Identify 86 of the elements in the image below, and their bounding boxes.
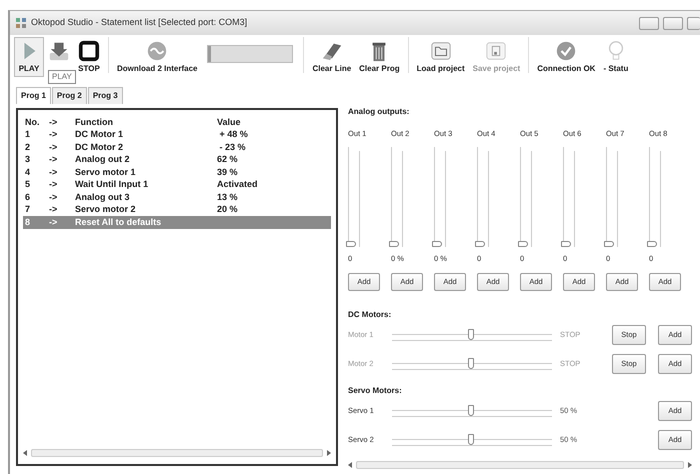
horizontal-slider[interactable]: [392, 358, 552, 370]
status-button[interactable]: - Statu: [599, 37, 632, 77]
table-cell-text: 6: [24, 190, 32, 204]
section-heading: DC Motors:: [348, 308, 392, 320]
slider-thumb[interactable]: [468, 405, 474, 416]
table-cell-text: Servo motor 2: [75, 203, 137, 216]
horizontal-slider[interactable]: [392, 405, 552, 417]
slider-thumb[interactable]: [647, 241, 657, 248]
check-button[interactable]: Connection OK: [533, 37, 600, 77]
table-cell-text: ->: [49, 216, 58, 228]
slider-thumb[interactable]: [468, 434, 474, 445]
column-header: No.: [24, 116, 40, 128]
table-cell-text: 4: [24, 166, 32, 178]
table-cell-text: 62 %: [217, 153, 239, 166]
scroll-right-icon[interactable]: [327, 450, 331, 456]
play-button[interactable]: PLAY: [14, 37, 44, 77]
stop-button[interactable]: STOP: [74, 37, 104, 77]
tooltip: PLAY: [48, 70, 76, 84]
table-cell-text: 3: [24, 153, 32, 166]
scroll-right-icon[interactable]: [688, 462, 692, 468]
maximize-button[interactable]: [663, 16, 683, 30]
table-cell-text: Analog out 3: [75, 190, 130, 204]
slider-thumb[interactable]: [604, 241, 614, 248]
minimize-button[interactable]: [639, 16, 659, 30]
vertical-slider[interactable]: [649, 147, 663, 248]
slider-thumb[interactable]: [389, 241, 399, 248]
interface-button[interactable]: Download 2 Interface: [113, 37, 202, 77]
table-cell-text: DC Motor 1: [75, 128, 124, 141]
scroll-left-icon[interactable]: [348, 462, 352, 468]
tab[interactable]: Prog 2: [52, 87, 87, 104]
slider-thumb[interactable]: [432, 241, 442, 248]
table-cell-text: - 23 %: [218, 140, 247, 154]
table-cell-text: 39 %: [217, 166, 239, 178]
vertical-slider[interactable]: [391, 147, 405, 248]
table-cell-text: ->: [49, 178, 58, 191]
vertical-slider[interactable]: [606, 147, 620, 248]
table-cell-text: ->: [49, 140, 58, 154]
table-cell-text: 5: [24, 178, 32, 191]
section-heading: Analog outputs:: [348, 106, 410, 118]
vertical-slider[interactable]: [563, 147, 577, 248]
tab[interactable]: Prog 3: [88, 87, 123, 104]
slider-thumb[interactable]: [475, 241, 485, 248]
table-cell-text: 8: [24, 216, 32, 228]
horizontal-slider[interactable]: [392, 434, 552, 446]
folder-button[interactable]: Load project: [412, 37, 469, 77]
vertical-slider[interactable]: [520, 147, 534, 248]
eraser-button[interactable]: Clear Line: [308, 37, 356, 77]
slider-thumb[interactable]: [561, 241, 571, 248]
table-cell-text: Analog out 2: [75, 153, 130, 166]
check-icon: [555, 39, 578, 63]
table-cell-text: + 48 %: [218, 128, 249, 141]
table-cell-text: ->: [49, 166, 58, 178]
slider-thumb[interactable]: [518, 241, 528, 248]
window-title: Oktopod Studio - Statement list [Selected port: COM3]: [31, 16, 248, 30]
table-cell-text: 1: [24, 128, 32, 141]
table-cell-text: Reset All to defaults: [75, 216, 162, 228]
slider-thumb[interactable]: [346, 241, 356, 248]
horizontal-scrollbar[interactable]: [31, 449, 323, 457]
table-cell-text: ->: [49, 153, 58, 166]
horizontal-slider[interactable]: [392, 329, 552, 341]
table-cell-text: 2: [24, 140, 32, 154]
tab[interactable]: Prog 1: [16, 87, 51, 104]
vertical-slider[interactable]: [434, 147, 448, 248]
table-cell-text: Activated: [217, 178, 259, 191]
horizontal-scrollbar[interactable]: [356, 461, 684, 469]
close-button[interactable]: [687, 16, 700, 30]
table-cell-text: 20 %: [217, 203, 239, 216]
table-cell-text: ->: [49, 190, 58, 204]
table-cell-text: Wait Until Input 1: [75, 178, 150, 191]
app-icon: [16, 18, 27, 28]
vertical-slider[interactable]: [477, 147, 491, 248]
table-cell-text: ->: [49, 128, 58, 141]
trash-button[interactable]: Clear Prog: [355, 37, 404, 77]
section-heading: Servo Motors:: [348, 384, 403, 396]
table-cell-text: ->: [49, 203, 58, 216]
column-header: Value: [217, 116, 242, 128]
stop-icon: [78, 39, 100, 63]
scroll-left-icon[interactable]: [23, 450, 27, 456]
table-cell-text: DC Motor 2: [75, 140, 124, 154]
column-header: Function: [75, 116, 114, 128]
table-cell-text: 13 %: [217, 190, 239, 204]
vertical-slider[interactable]: [348, 147, 362, 248]
table-cell-text: 7: [24, 203, 32, 216]
column-header: ->: [49, 116, 58, 128]
globe-icon: [146, 39, 168, 63]
table-cell-text: Servo motor 1: [75, 166, 137, 178]
